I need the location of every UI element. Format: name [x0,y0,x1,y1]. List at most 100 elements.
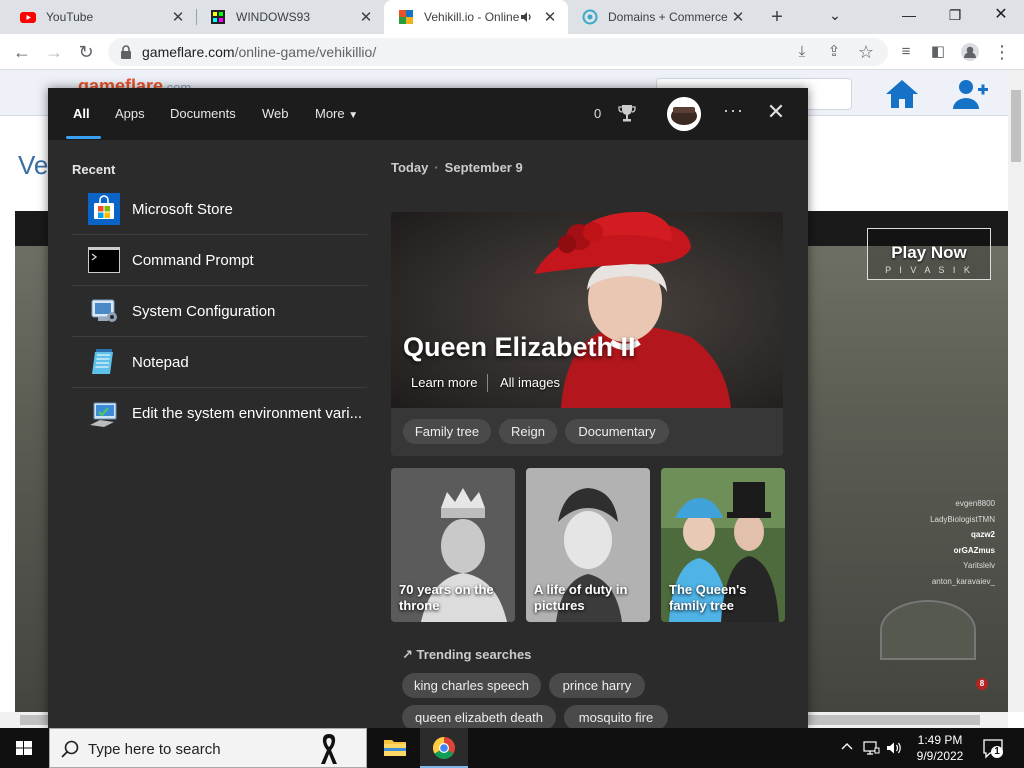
notifications-button[interactable]: 1 [982,737,1004,759]
system-properties-icon [90,402,117,427]
tab-more-label: More [315,106,345,121]
back-icon[interactable]: ← [10,40,34,64]
taskbar-chrome[interactable] [420,728,468,768]
tab-apps[interactable]: Apps [115,106,145,121]
search-home-pane: Today · September 9 Queen Elizabeth II Lea… [378,140,808,728]
windows-search-flyout: All Apps Documents Web More ▼ 0 ··· ✕ Re… [48,88,808,728]
more-options-icon[interactable]: ··· [723,100,744,121]
close-tab-icon[interactable]: ✕ [540,8,560,26]
file-explorer-icon [384,740,406,756]
recent-item-label: System Configuration [132,302,276,320]
address-bar[interactable]: gameflare.com/online-game/vehikillio/ [108,38,888,66]
date-label: September 9 [444,160,523,175]
caret-down-icon: ▼ [348,110,359,121]
tab-title: WINDOWS93 [236,10,311,24]
tab-title: Vehikill.io - Online [424,10,520,24]
scrollbar-thumb[interactable] [1011,90,1021,162]
minimap-badge: 8 [976,678,988,690]
profile-icon[interactable] [958,40,982,64]
story-card[interactable]: A life of duty in pictures [526,468,650,622]
chip-family-tree[interactable]: Family tree [403,419,491,444]
bookmark-star-icon[interactable]: ☆ [854,40,878,64]
tab-more[interactable]: More ▼ [315,106,358,121]
chrome-icon [433,737,455,759]
system-clock[interactable]: 1:49 PM 9/9/2022 [910,732,970,764]
audio-playing-icon[interactable] [520,10,534,24]
close-tab-icon[interactable]: ✕ [356,8,376,26]
install-icon[interactable]: ⤓ [790,40,814,64]
recent-item-system-configuration[interactable]: System Configuration [72,286,367,337]
forward-icon[interactable]: → [42,40,66,64]
share-icon[interactable]: ⇪ [822,40,846,64]
play-now-button[interactable]: Play Now P I V A S I K [867,228,991,280]
side-panel-icon[interactable]: ◧ [926,40,950,64]
tab-domains[interactable]: Domains + Commerce ✕ [568,0,756,34]
taskbar-search-box[interactable]: Type here to search [49,728,367,768]
hero-title[interactable]: Queen Elizabeth II [403,332,636,363]
reload-icon[interactable]: ↻ [74,40,98,64]
volume-icon[interactable] [885,739,903,757]
windows93-icon [211,10,225,24]
tab-youtube[interactable]: YouTube ✕ [6,0,196,34]
media-controls-icon[interactable]: ≡ [894,40,918,64]
tab-documents[interactable]: Documents [170,106,236,121]
separator-dot: · [434,160,439,175]
story-card[interactable]: The Queen's family tree [661,468,785,622]
story-card[interactable]: 70 years on the throne [391,468,515,622]
mourning-ribbon-icon[interactable] [318,732,340,766]
trending-chip[interactable]: queen elizabeth death [402,705,556,728]
taskbar-file-explorer[interactable] [371,728,419,768]
restore-icon[interactable]: ❐ [940,4,970,26]
trending-chip[interactable]: mosquito fire [564,705,668,728]
today-label: Today [391,160,429,175]
rewards-points[interactable]: 0 [594,106,601,121]
trending-chip[interactable]: prince harry [549,673,645,698]
tab-all[interactable]: All [73,106,90,121]
notepad-icon [92,349,113,374]
lock-icon[interactable] [118,44,134,60]
trending-arrow-icon: ↗ [402,647,413,662]
new-tab-button[interactable]: + [765,5,789,29]
tab-windows93[interactable]: WINDOWS93 ✕ [196,0,384,34]
story-card-caption: The Queen's family tree [669,582,747,613]
recent-item-label: Command Prompt [132,251,254,269]
recent-item-notepad[interactable]: Notepad [72,337,367,388]
recent-item-label: Edit the system environment vari... [132,405,363,422]
close-tab-icon[interactable]: ✕ [728,8,748,26]
minimize-icon[interactable]: — [894,4,924,26]
close-window-icon[interactable]: ✕ [986,4,1016,26]
microsoft-store-icon [88,193,120,225]
network-icon[interactable] [862,739,880,757]
recent-item-environment-variables[interactable]: Edit the system environment vari... [72,388,367,439]
windows-start-icon[interactable] [0,728,48,768]
story-card-caption: A life of duty in pictures [534,582,628,613]
tab-vehikill[interactable]: Vehikill.io - Online ✕ [384,0,568,34]
learn-more-link[interactable]: Learn more [411,375,477,390]
show-hidden-icons-icon[interactable] [839,739,855,755]
tab-title: Domains + Commerce [608,10,728,24]
recent-item-command-prompt[interactable]: Command Prompt [72,235,367,286]
close-flyout-icon[interactable]: ✕ [764,100,788,124]
home-icon[interactable] [882,76,922,112]
tab-search-icon[interactable]: ⌄ [820,4,850,26]
gameflare-icon [399,10,413,24]
tab-web[interactable]: Web [262,106,289,121]
chrome-menu-icon[interactable]: ⋮ [990,40,1014,64]
leaderboard-entry: orGAZmus [953,545,995,555]
url-text[interactable]: gameflare.com/online-game/vehikillio/ [142,44,376,60]
hero-chip-row: Family tree Reign Documentary [391,408,783,456]
notification-count: 1 [994,746,1000,757]
close-tab-icon[interactable]: ✕ [168,8,188,26]
recent-item-microsoft-store[interactable]: Microsoft Store [72,184,367,235]
all-images-link[interactable]: All images [500,375,560,390]
trophy-icon[interactable] [618,103,636,123]
hero-card[interactable]: Queen Elizabeth II Learn more All images [391,212,783,408]
recent-item-label: Microsoft Store [132,200,233,218]
add-user-icon[interactable] [950,76,990,112]
command-prompt-icon [88,247,120,273]
vertical-scrollbar[interactable] [1008,70,1024,712]
chip-reign[interactable]: Reign [499,419,557,444]
user-avatar[interactable] [667,97,701,131]
trending-chip[interactable]: king charles speech [402,673,541,698]
chip-documentary[interactable]: Documentary [565,419,669,444]
